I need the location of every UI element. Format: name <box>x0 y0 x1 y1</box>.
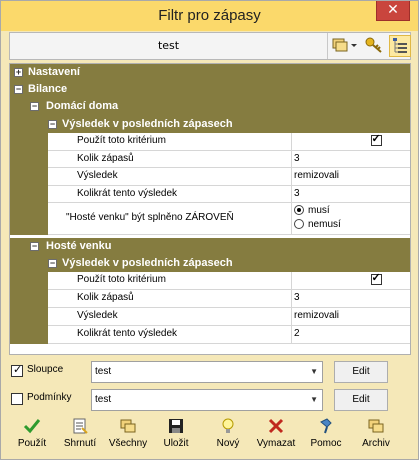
radio-musi[interactable]: musí <box>294 204 410 218</box>
prop-vysledek-2[interactable]: Výsledek remizovali <box>10 308 410 326</box>
sloupce-label: Sloupce <box>27 364 64 375</box>
property-tree: + Nastavení − Bilance − Domácí doma − Vý… <box>9 63 411 355</box>
checkmark-icon <box>9 417 55 437</box>
all-items-icon <box>105 417 151 437</box>
prop-label: Kolikrát tento výsledek <box>48 326 292 344</box>
novy-button[interactable]: Nový <box>205 417 251 457</box>
category-label: Výsledek v posledních zápasech <box>62 118 233 130</box>
prop-value[interactable]: 3 <box>292 186 410 203</box>
category-label: Výsledek v posledních zápasech <box>62 257 233 269</box>
category-label: Bilance <box>28 83 68 95</box>
prop-label: Kolikrát tento výsledek <box>48 186 292 203</box>
filter-name[interactable]: test <box>10 33 328 59</box>
help-icon <box>303 417 349 437</box>
key-icon <box>365 37 382 53</box>
collapse-icon[interactable]: − <box>30 242 39 251</box>
sloupce-row: ✓ Sloupce test ▼ Edit <box>9 359 411 385</box>
collapse-icon[interactable]: − <box>48 259 57 268</box>
category-vysledek-domaci[interactable]: − Výsledek v posledních zápasech <box>10 116 410 133</box>
category-label: Nastavení <box>28 66 80 78</box>
collapse-icon[interactable]: − <box>48 120 57 129</box>
vymazat-button[interactable]: Vymazat <box>253 417 299 457</box>
prop-value[interactable]: remizovali <box>292 168 410 186</box>
prop-label: "Hosté venku" být splněno ZÁROVEŇ <box>48 203 292 235</box>
expand-icon[interactable]: + <box>14 68 23 77</box>
save-icon <box>153 417 199 437</box>
use-criterion-checkbox[interactable]: ✓ <box>370 133 382 146</box>
shrnuti-button[interactable]: Shrnutí <box>57 417 103 457</box>
lightbulb-icon <box>205 417 251 437</box>
sloupce-select[interactable]: test ▼ <box>91 361 323 383</box>
category-domaci-doma[interactable]: − Domácí doma <box>10 98 410 116</box>
archiv-button[interactable]: Archiv <box>353 417 399 457</box>
radio-button-selected[interactable] <box>294 205 304 216</box>
podminky-label: Podmínky <box>27 392 72 403</box>
prop-hoste-zaroven[interactable]: "Hosté venku" být splněno ZÁROVEŇ musí n… <box>10 203 410 235</box>
category-vysledek-hoste[interactable]: − Výsledek v posledních zápasech <box>10 255 410 272</box>
prop-value[interactable]: remizovali <box>292 308 410 326</box>
prop-value[interactable]: 3 <box>292 290 410 308</box>
filters-dropdown-button[interactable] <box>330 35 360 57</box>
chevron-down-icon: ▼ <box>310 395 318 404</box>
use-criterion-checkbox[interactable]: ✓ <box>370 272 382 285</box>
radio-button[interactable] <box>294 219 304 230</box>
prop-pouzit-1[interactable]: Použít toto kritérium ✓ <box>10 133 410 151</box>
podminky-edit-button[interactable]: Edit <box>334 389 388 411</box>
archive-icon <box>353 417 399 437</box>
close-button[interactable]: ✕ <box>376 1 410 21</box>
prop-value[interactable]: 3 <box>292 151 410 168</box>
filter-name-bar: test <box>9 32 411 60</box>
prop-pouzit-2[interactable]: Použít toto kritérium ✓ <box>10 272 410 290</box>
ulozit-button[interactable]: Uložit <box>153 417 199 457</box>
bottom-toolbar: Použít Shrnutí Všechny Uložit Nový Vymaz… <box>9 417 411 457</box>
pomoc-button[interactable]: Pomoc <box>303 417 349 457</box>
prop-label: Kolik zápasů <box>48 290 292 308</box>
category-hoste-venku[interactable]: − Hosté venku <box>10 238 410 255</box>
category-bilance[interactable]: − Bilance <box>10 81 410 98</box>
prop-kolik-2[interactable]: Kolik zápasů 3 <box>10 290 410 308</box>
category-label: Hosté venku <box>46 240 112 252</box>
prop-label: Kolik zápasů <box>48 151 292 168</box>
podminky-row: Podmínky test ▼ Edit <box>9 387 411 413</box>
prop-vysledek-1[interactable]: Výsledek remizovali <box>10 168 410 186</box>
collapse-icon[interactable]: − <box>30 102 39 111</box>
prop-label: Použít toto kritérium <box>48 272 292 290</box>
key-button[interactable] <box>362 35 386 57</box>
prop-label: Výsledek <box>48 308 292 326</box>
podminky-select[interactable]: test ▼ <box>91 389 323 411</box>
sloupce-checkbox[interactable]: ✓ <box>11 363 23 377</box>
prop-value[interactable]: 2 <box>292 326 410 344</box>
prop-label: Výsledek <box>48 168 292 186</box>
delete-icon <box>253 417 299 437</box>
prop-kolikrat-2[interactable]: Kolikrát tento výsledek 2 <box>10 326 410 344</box>
pouzit-button[interactable]: Použít <box>9 417 55 457</box>
prop-label: Použít toto kritérium <box>48 133 292 151</box>
collapse-icon[interactable]: − <box>14 85 23 94</box>
category-nastaveni[interactable]: + Nastavení <box>10 64 410 81</box>
podminky-checkbox[interactable] <box>11 393 23 405</box>
category-label: Domácí doma <box>46 100 119 112</box>
sloupce-edit-button[interactable]: Edit <box>334 361 388 383</box>
prop-kolikrat-1[interactable]: Kolikrát tento výsledek 3 <box>10 186 410 203</box>
chevron-down-icon: ▼ <box>310 367 318 376</box>
prop-kolik-1[interactable]: Kolik zápasů 3 <box>10 151 410 168</box>
title-bar: Filtr pro zápasy ✕ <box>1 1 418 31</box>
filters-dropdown-icon <box>332 38 357 52</box>
tree-view-button[interactable] <box>389 35 411 57</box>
tree-view-icon <box>393 38 407 53</box>
window-title: Filtr pro zápasy <box>158 7 261 24</box>
radio-nemusi[interactable]: nemusí <box>294 218 410 232</box>
summary-icon <box>57 417 103 437</box>
vsechny-button[interactable]: Všechny <box>105 417 151 457</box>
filter-window: Filtr pro zápasy ✕ test + Nastavení − Bi… <box>0 0 419 460</box>
